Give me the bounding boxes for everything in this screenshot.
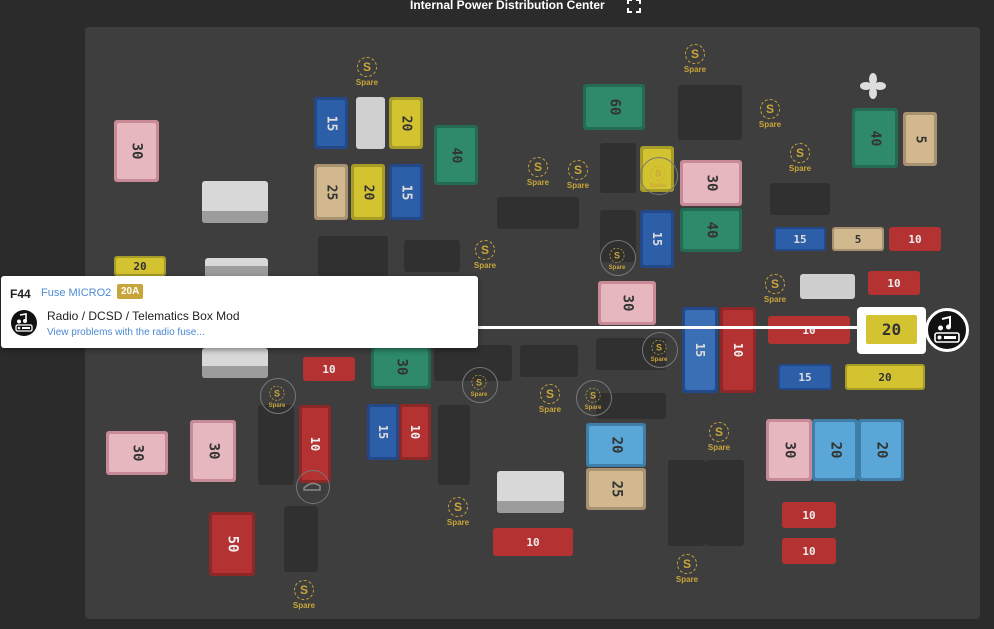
empty-slot[interactable] [438, 405, 470, 485]
spare-marker[interactable]: S Spare [470, 240, 500, 270]
fuse-f3[interactable]: 20 [389, 97, 423, 149]
fan-icon [860, 73, 886, 99]
fuse-f29[interactable]: 15 [367, 404, 399, 460]
fuse-rating-badge: 20A [117, 284, 144, 299]
fuse-f9[interactable]: 30 [680, 160, 742, 206]
fuse-f35[interactable]: 10 [782, 538, 836, 564]
spare-marker[interactable]: S Spare [755, 99, 785, 129]
relay[interactable] [497, 471, 564, 513]
fuse-f5[interactable]: 25 [314, 164, 348, 220]
fuse-f2[interactable]: 15 [314, 97, 348, 149]
page-title: Internal Power Distribution Center [410, 0, 605, 12]
fuse-f39[interactable]: 10 [399, 404, 431, 460]
fuse-f42[interactable]: 20 [812, 419, 858, 481]
fuse-f15[interactable]: 20 [114, 256, 166, 276]
fuse-f14[interactable]: 10 [889, 227, 941, 251]
fuse-id: F44 [10, 287, 31, 301]
fuse-f16[interactable]: 10 [868, 271, 920, 295]
empty-slot[interactable] [284, 506, 318, 572]
fuse-f11[interactable]: 5 [903, 112, 937, 166]
fuse-f19[interactable]: 30 [598, 281, 656, 325]
fuse-f12h[interactable]: 15 [774, 227, 826, 251]
spare-marker[interactable]: S Spare [606, 247, 629, 270]
relay[interactable] [202, 181, 268, 223]
fuse-tooltip: F44 Fuse MICRO2 20A Radio / DCSD / Telem… [1, 276, 478, 348]
relay[interactable] [356, 97, 385, 149]
spare-marker[interactable]: S Spare [647, 165, 670, 188]
empty-slot[interactable] [404, 240, 460, 272]
fuse-f18[interactable]: 40 [680, 208, 742, 252]
music-radio-icon [11, 310, 37, 336]
fuse-f28[interactable]: 10 [493, 528, 573, 556]
fuse-f21[interactable]: 10 [303, 357, 355, 381]
spare-marker[interactable]: S Spare [680, 44, 710, 74]
fuse-f23[interactable]: 10 [720, 307, 756, 393]
empty-slot[interactable] [706, 460, 744, 546]
fuse-f33[interactable]: 20 [858, 419, 904, 481]
fuse-f17[interactable]: 10 [768, 316, 850, 344]
fuse-description: Radio / DCSD / Telematics Box Mod [47, 309, 240, 323]
fuse-f10[interactable]: 40 [852, 108, 898, 168]
fuse-f13h[interactable]: 5 [832, 227, 884, 251]
view-problems-link[interactable]: View problems with the radio fuse... [47, 327, 205, 338]
horn-icon [303, 482, 321, 491]
fuse-f25[interactable]: 20 [586, 423, 646, 467]
spare-marker[interactable]: S Spare [443, 497, 473, 527]
fuse-f27[interactable]: 15 [778, 364, 832, 390]
empty-slot[interactable] [770, 183, 830, 215]
relay[interactable] [800, 274, 855, 299]
spare-marker[interactable]: S Spare [648, 339, 671, 362]
fuse-f30[interactable]: 20 [845, 364, 925, 390]
empty-slot[interactable] [318, 236, 388, 276]
spare-marker[interactable]: S Spare [266, 385, 289, 408]
spare-marker[interactable]: S Spare [582, 387, 605, 410]
music-radio-icon[interactable] [925, 308, 969, 352]
fuse-f34[interactable]: 10 [782, 502, 836, 528]
empty-slot[interactable] [678, 85, 742, 140]
spare-marker[interactable]: S Spare [704, 422, 734, 452]
selected-fuse-f44[interactable]: 20 [857, 307, 926, 354]
fuse-f4[interactable]: 40 [434, 125, 478, 185]
empty-slot[interactable] [520, 345, 578, 377]
fuse-f36[interactable]: 50 [209, 512, 255, 576]
fuse-type: Fuse MICRO2 [41, 287, 112, 299]
fuse-f22[interactable]: 15 [682, 307, 718, 393]
spare-marker[interactable]: S Spare [352, 57, 382, 87]
spare-marker[interactable]: S Spare [563, 160, 593, 190]
relay[interactable] [202, 348, 268, 378]
spare-marker[interactable]: S Spare [760, 274, 790, 304]
fuse-f1[interactable]: 30 [114, 120, 159, 182]
fuse-f41[interactable]: 30 [766, 419, 812, 481]
fuse-f8[interactable]: 60 [583, 84, 645, 130]
leader-line [478, 326, 863, 329]
empty-slot[interactable] [600, 143, 636, 193]
spare-marker[interactable]: S Spare [289, 580, 319, 610]
empty-slot[interactable] [668, 460, 706, 546]
fuse-f20[interactable]: 30 [371, 345, 431, 389]
spare-marker[interactable]: S Spare [785, 143, 815, 173]
fuse-f31[interactable]: 30 [190, 420, 236, 482]
fullscreen-icon[interactable] [627, 0, 641, 13]
fuse-f6[interactable]: 20 [351, 164, 385, 220]
spare-marker[interactable]: S Spare [468, 374, 491, 397]
fuse-f26[interactable]: 25 [586, 468, 646, 510]
spare-marker[interactable]: S Spare [535, 384, 565, 414]
empty-slot[interactable] [497, 197, 579, 229]
fuse-f12[interactable]: 15 [640, 210, 674, 268]
spare-marker[interactable]: S Spare [523, 157, 553, 187]
relay[interactable] [205, 258, 268, 278]
fuse-f7[interactable]: 15 [389, 164, 423, 220]
spare-marker[interactable]: S Spare [672, 554, 702, 584]
header: Internal Power Distribution Center [0, 0, 994, 22]
fuse-f24[interactable]: 30 [106, 431, 168, 475]
empty-slot[interactable] [258, 405, 294, 485]
